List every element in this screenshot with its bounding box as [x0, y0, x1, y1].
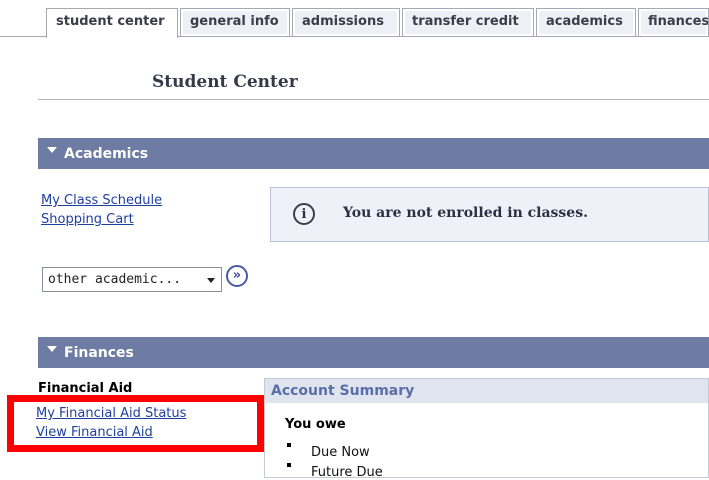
bullet-icon [287, 463, 291, 467]
tab-general-info[interactable]: general info [180, 8, 290, 36]
tab-bar: student center general info admissions t… [0, 0, 709, 46]
other-academic-select[interactable]: other academic... [42, 267, 222, 292]
collapse-triangle-icon[interactable] [47, 346, 57, 352]
red-highlight-box [7, 395, 264, 452]
tab-student-center[interactable]: student center [46, 8, 178, 38]
not-enrolled-notice: i You are not enrolled in classes. [270, 187, 709, 242]
select-value: other academic... [48, 272, 182, 287]
finances-section-header[interactable]: Finances [38, 337, 709, 368]
due-now-label: Due Now [311, 445, 370, 460]
tab-finances[interactable]: finances [638, 8, 709, 36]
finances-header-label: Finances [64, 345, 134, 361]
academics-header-label: Academics [64, 146, 149, 162]
chevron-down-icon [207, 278, 215, 283]
you-owe-label: You owe [285, 417, 346, 432]
go-button[interactable]: » [226, 265, 248, 287]
shopping-cart-link[interactable]: Shopping Cart [41, 212, 134, 227]
double-chevron-right-icon: » [232, 268, 242, 283]
title-divider [38, 99, 709, 100]
tab-admissions[interactable]: admissions [292, 8, 400, 36]
financial-aid-heading: Financial Aid [38, 381, 133, 396]
tab-academics[interactable]: academics [536, 8, 636, 36]
notice-message: You are not enrolled in classes. [343, 205, 588, 221]
tab-divider [0, 36, 46, 37]
info-icon: i [293, 203, 315, 225]
account-summary-header: Account Summary [265, 379, 708, 403]
tab-divider [178, 36, 709, 37]
page-title: Student Center [152, 72, 298, 92]
bullet-icon [287, 443, 291, 447]
collapse-triangle-icon[interactable] [47, 147, 57, 153]
my-class-schedule-link[interactable]: My Class Schedule [41, 193, 162, 208]
academics-section-header[interactable]: Academics [38, 138, 709, 169]
account-summary-panel: Account Summary You owe Due Now Future D… [264, 378, 709, 480]
tab-transfer-credit[interactable]: transfer credit [402, 8, 534, 36]
